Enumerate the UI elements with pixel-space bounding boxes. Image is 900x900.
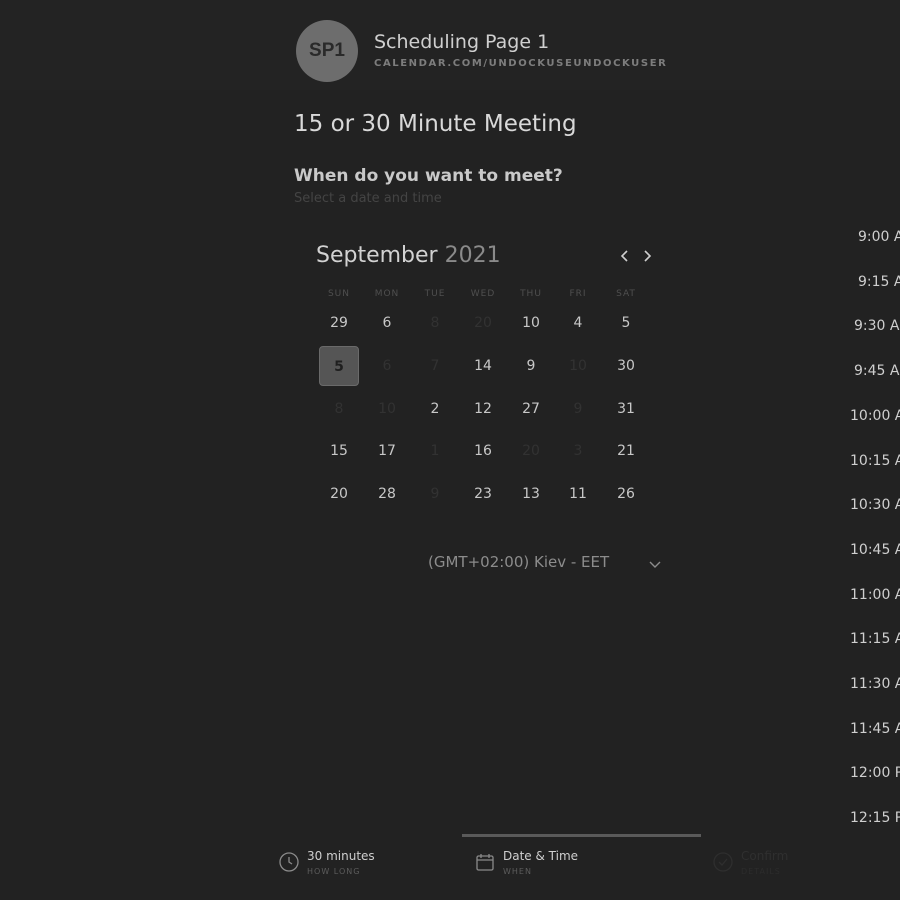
next-month-button[interactable] (638, 246, 656, 266)
time-slot-button[interactable]: 12:15 PM (850, 807, 900, 829)
calendar-day: 10 (378, 401, 396, 417)
time-slot-button[interactable]: 9:30 AM (854, 315, 900, 337)
calendar-day[interactable]: 9 (511, 346, 551, 386)
page-name: Scheduling Page 1 (374, 31, 550, 53)
calendar-day[interactable]: 10 (511, 303, 551, 343)
calendar-day[interactable]: 4 (558, 303, 598, 343)
time-slot-button[interactable]: 9:45 AM (854, 360, 900, 382)
calendar-day[interactable]: 11 (558, 474, 598, 514)
time-slot-button[interactable]: 11:45 AM (850, 718, 900, 740)
step-label: 30 minutes (307, 849, 375, 863)
calendar-day: 9 (430, 486, 440, 502)
check-circle-icon (713, 852, 733, 872)
calendar-day[interactable]: 6 (367, 303, 407, 343)
calendar-day: 8 (334, 401, 344, 417)
weekday-label: MON (374, 289, 400, 299)
step-sublabel: DETAILS (741, 867, 781, 876)
select-date-hint: Select a date and time (294, 191, 442, 206)
time-slot-button[interactable]: 9:00 AM (858, 226, 900, 248)
avatar: SP1 (296, 20, 358, 82)
time-slot-button[interactable]: 10:15 AM (850, 450, 900, 472)
calendar-day[interactable]: 26 (606, 474, 646, 514)
calendar-icon (476, 854, 494, 871)
month-year-label: September 2021 (316, 243, 501, 268)
question-heading: When do you want to meet? (294, 166, 563, 186)
calendar-day: 10 (569, 358, 587, 374)
prev-month-button[interactable] (616, 246, 634, 266)
calendar-day[interactable]: 30 (606, 346, 646, 386)
calendar-day: 6 (382, 358, 392, 374)
calendar-day[interactable]: 21 (606, 431, 646, 471)
calendar-day[interactable]: 28 (367, 474, 407, 514)
calendar-day[interactable]: 13 (511, 474, 551, 514)
time-slot-button[interactable]: 11:15 AM (850, 628, 900, 650)
calendar-day: 8 (430, 315, 440, 331)
calendar-day[interactable]: 5 (606, 303, 646, 343)
page-url[interactable]: CALENDAR.COM/UNDOCKUSEUNDOCKUSER (374, 58, 667, 69)
calendar-day[interactable]: 20 (319, 474, 359, 514)
calendar-day[interactable]: 12 (463, 389, 503, 429)
time-slot-button[interactable]: 10:45 AM (850, 539, 900, 561)
calendar-day[interactable]: 29 (319, 303, 359, 343)
step-label: Date & Time (503, 849, 579, 863)
calendar-day[interactable]: 16 (463, 431, 503, 471)
calendar-day: 3 (573, 443, 583, 459)
meeting-title: 15 or 30 Minute Meeting (294, 111, 577, 137)
calendar-day[interactable]: 17 (367, 431, 407, 471)
calendar-day: 20 (522, 443, 540, 459)
time-slot-button[interactable]: 10:30 AM (850, 494, 900, 516)
calendar-day[interactable]: 2 (415, 389, 455, 429)
chevron-down-icon (649, 561, 661, 568)
step-sublabel: HOW LONG (307, 867, 361, 876)
time-slot-button[interactable]: 10:00 AM (850, 405, 900, 427)
calendar-day: 1 (430, 443, 440, 459)
step-sublabel: WHEN (503, 867, 532, 876)
active-step-indicator (462, 834, 701, 837)
calendar-day[interactable]: 23 (463, 474, 503, 514)
time-slot-button[interactable]: 9:15 AM (858, 271, 900, 293)
chevron-left-icon (620, 250, 628, 262)
calendar-day: 7 (430, 358, 440, 374)
weekday-label: WED (470, 289, 496, 299)
month-label: September (316, 243, 438, 268)
timezone-dropdown[interactable] (648, 557, 662, 571)
step-label: Confirm (741, 849, 789, 863)
timezone-select[interactable]: (GMT+02:00) Kiev - EET (428, 553, 609, 571)
calendar-day[interactable]: 15 (319, 431, 359, 471)
weekday-label: SUN (327, 289, 351, 299)
selected-day[interactable]: 5 (319, 346, 359, 386)
weekday-label: TUE (424, 289, 446, 299)
weekday-label: FRI (569, 289, 587, 299)
calendar-day[interactable]: 27 (511, 389, 551, 429)
time-slot-button[interactable]: 12:00 PM (850, 762, 900, 784)
weekday-label: SAT (616, 289, 636, 299)
year-label: 2021 (444, 243, 501, 268)
calendar-day: 20 (474, 315, 492, 331)
calendar-day[interactable]: 14 (463, 346, 503, 386)
time-slot-button[interactable]: 11:30 AM (850, 673, 900, 695)
chevron-right-icon (644, 250, 652, 262)
time-slot-button[interactable]: 11:00 AM (850, 584, 900, 606)
calendar-day[interactable]: 31 (606, 389, 646, 429)
calendar-day: 9 (573, 401, 583, 417)
clock-icon (279, 852, 299, 872)
weekday-label: THU (520, 289, 542, 299)
